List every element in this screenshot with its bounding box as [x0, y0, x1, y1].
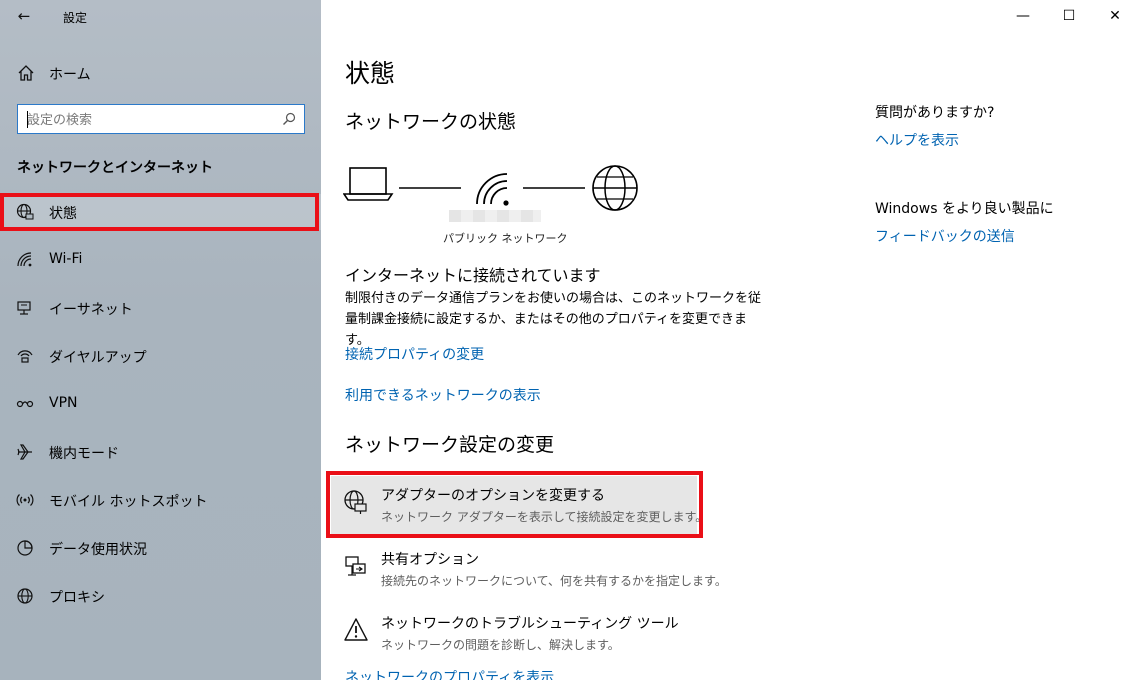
title-bar: ← 設定	[0, 0, 321, 32]
airplane-icon	[17, 444, 32, 460]
connection-status-heading: インターネットに接続されています	[345, 266, 601, 285]
sidebar-item-label: データ使用状況	[49, 542, 147, 558]
back-button[interactable]: ←	[13, 6, 35, 26]
sidebar-item-airplane[interactable]: 機内モード	[0, 434, 321, 470]
internet-globe-icon	[592, 165, 638, 211]
network-status-heading: ネットワークの状態	[345, 111, 517, 133]
laptop-icon	[343, 167, 394, 201]
close-button[interactable]: ✕	[1092, 0, 1138, 32]
setting-description: 接続先のネットワークについて、何を共有するかを指定します。	[381, 574, 727, 588]
vpn-icon	[16, 400, 34, 408]
highlight-box-adapter-options	[326, 471, 703, 538]
warning-icon	[344, 618, 368, 641]
setting-title: 共有オプション	[381, 552, 479, 568]
setting-title: ネットワークのトラブルシューティング ツール	[381, 616, 679, 632]
app-title: 設定	[63, 11, 88, 25]
home-nav-item[interactable]: ホーム	[0, 58, 321, 88]
page-title: 状態	[345, 59, 396, 88]
sidebar-item-ethernet[interactable]: イーサネット	[0, 290, 321, 326]
ethernet-icon	[17, 301, 31, 315]
hotspot-icon	[16, 494, 34, 506]
view-network-properties-link[interactable]: ネットワークのプロパティを表示	[345, 667, 554, 680]
home-icon	[18, 65, 34, 81]
search-box[interactable]	[17, 104, 305, 134]
search-input[interactable]	[27, 110, 277, 130]
sidebar-item-label: VPN	[49, 395, 78, 411]
sharing-options-item[interactable]: 共有オプション 接続先のネットワークについて、何を共有するかを指定します。	[331, 540, 727, 598]
text-cursor	[27, 111, 28, 128]
sidebar-item-vpn[interactable]: VPN	[0, 386, 321, 422]
sidebar: ← 設定 ホーム ネットワークとインターネット 状態	[0, 0, 321, 680]
search-icon[interactable]	[282, 112, 296, 126]
change-settings-heading: ネットワーク設定の変更	[345, 434, 555, 456]
setting-description: ネットワークの問題を診断し、解決します。	[381, 638, 620, 652]
sidebar-item-wifi[interactable]: Wi-Fi	[0, 242, 321, 278]
wifi-signal-icon	[476, 173, 509, 206]
network-name-redacted	[449, 210, 541, 222]
sidebar-item-label: ダイヤルアップ	[49, 350, 147, 366]
section-heading: ネットワークとインターネット	[17, 160, 213, 176]
feedback-heading: Windows をより良い製品に	[875, 201, 1054, 217]
sidebar-item-label: イーサネット	[49, 302, 133, 318]
sidebar-item-hotspot[interactable]: モバイル ホットスポット	[0, 482, 321, 518]
help-question-heading: 質問がありますか?	[875, 105, 995, 121]
sidebar-item-label: モバイル ホットスポット	[49, 494, 208, 510]
sidebar-item-label: Wi-Fi	[49, 251, 83, 267]
dialup-icon	[17, 350, 33, 363]
sharing-icon	[345, 556, 366, 576]
main-content: — ☐ ✕ 状態 ネットワークの状態 パブリック ネットワーク インターネットに…	[321, 0, 1140, 680]
sidebar-item-label: プロキシ	[49, 590, 105, 606]
minimize-button[interactable]: —	[1000, 0, 1046, 32]
maximize-button[interactable]: ☐	[1046, 0, 1092, 32]
network-type-label: パブリック ネットワーク	[443, 232, 568, 245]
sidebar-item-proxy[interactable]: プロキシ	[0, 578, 321, 614]
sidebar-item-data-usage[interactable]: データ使用状況	[0, 530, 321, 566]
show-available-networks-link[interactable]: 利用できるネットワークの表示	[345, 385, 541, 405]
data-usage-icon	[17, 540, 33, 556]
change-connection-properties-link[interactable]: 接続プロパティの変更	[345, 344, 484, 364]
show-help-link[interactable]: ヘルプを表示	[875, 130, 959, 150]
send-feedback-link[interactable]: フィードバックの送信	[875, 226, 1015, 246]
troubleshooter-item[interactable]: ネットワークのトラブルシューティング ツール ネットワークの問題を診断し、解決し…	[331, 604, 697, 662]
highlight-box-status	[0, 193, 319, 231]
connection-status-description: 制限付きのデータ通信プランをお使いの場合は、このネットワークを従量制課金接続に設…	[345, 291, 762, 348]
sidebar-item-dialup[interactable]: ダイヤルアップ	[0, 338, 321, 374]
proxy-globe-icon	[17, 588, 33, 604]
sidebar-item-label: 機内モード	[49, 446, 119, 462]
wifi-icon	[17, 252, 32, 267]
home-label: ホーム	[49, 67, 91, 83]
